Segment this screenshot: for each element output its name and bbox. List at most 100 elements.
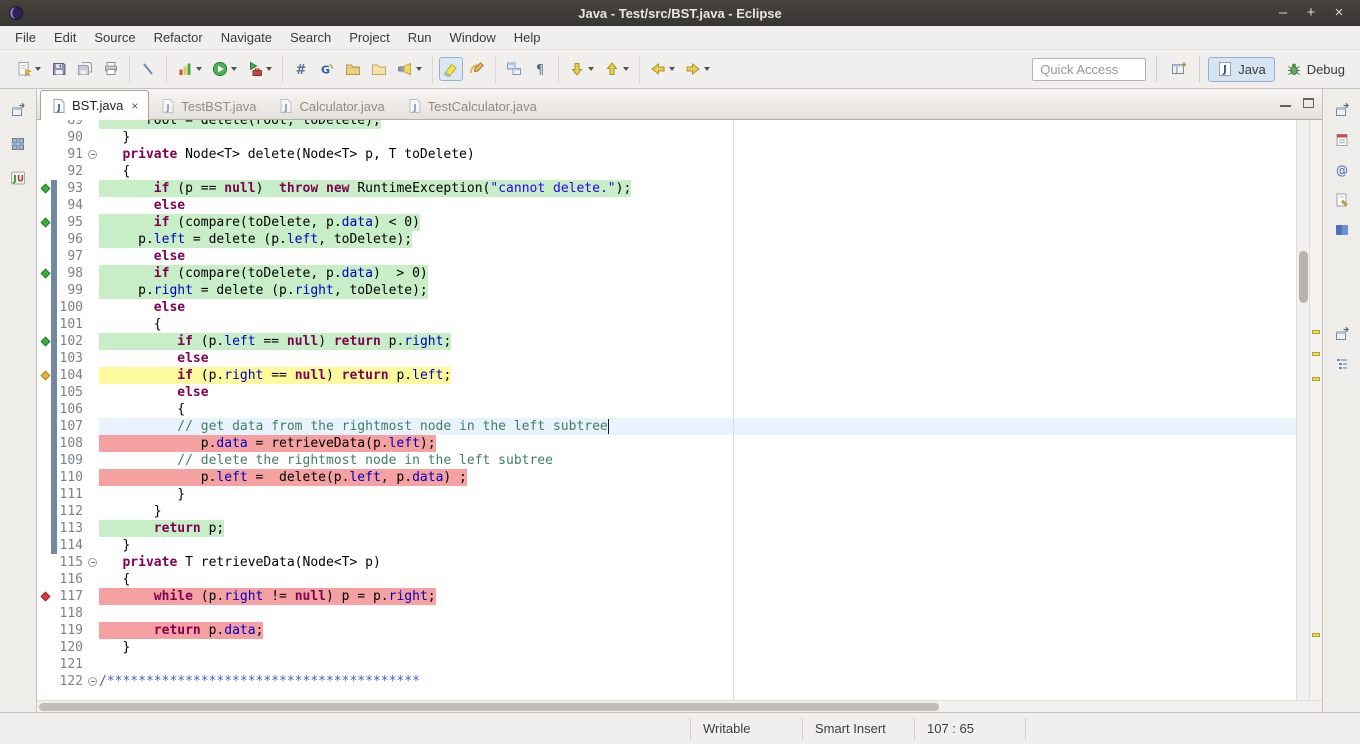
quick-access-input[interactable]	[1032, 58, 1146, 81]
menu-run[interactable]: Run	[399, 27, 441, 48]
occurrence-marker[interactable]	[1312, 633, 1320, 637]
line-number[interactable]: 99	[57, 282, 87, 299]
search-dropdown-arrow-icon[interactable]	[416, 67, 422, 71]
tab-testcalculator-java[interactable]: JTestCalculator.java	[396, 92, 548, 119]
previous-annotation-button[interactable]	[600, 57, 633, 81]
line-number[interactable]: 114	[57, 537, 87, 554]
restore-right-views-button[interactable]	[1329, 97, 1355, 123]
collapse-toggle-icon[interactable]	[88, 150, 97, 159]
menu-source[interactable]: Source	[85, 27, 144, 48]
collapse-toggle-icon[interactable]	[88, 677, 97, 686]
line-number[interactable]: 90	[57, 129, 87, 146]
line-number[interactable]: 120	[57, 639, 87, 656]
skip-all-breakpoints-button[interactable]	[136, 57, 160, 81]
open-resource-button[interactable]	[367, 57, 391, 81]
javadoc-view-button[interactable]: @	[1329, 157, 1355, 183]
maximize-editor-icon[interactable]	[1303, 98, 1314, 108]
line-number[interactable]: 111	[57, 486, 87, 503]
junit-view-button[interactable]: JU	[5, 165, 31, 191]
forward-history-button[interactable]	[681, 57, 714, 81]
line-number[interactable]: 122	[57, 673, 87, 690]
tab-calculator-java[interactable]: JCalculator.java	[267, 92, 395, 119]
menu-window[interactable]: Window	[441, 27, 505, 48]
run-external-tools-dropdown-arrow-icon[interactable]	[266, 67, 272, 71]
line-number[interactable]: 115	[57, 554, 87, 571]
line-number[interactable]: 110	[57, 469, 87, 486]
line-number[interactable]: 92	[57, 163, 87, 180]
collapse-toggle-icon[interactable]	[88, 558, 97, 567]
line-number[interactable]: 116	[57, 571, 87, 588]
new-java-project-button[interactable]: #	[289, 57, 313, 81]
generate-javadoc-button[interactable]: G	[315, 57, 339, 81]
run-button[interactable]	[208, 57, 241, 81]
save-all-button[interactable]	[73, 57, 97, 81]
occurrence-marker[interactable]	[1312, 330, 1320, 334]
new-wizard-button[interactable]	[12, 57, 45, 81]
line-number[interactable]: 106	[57, 401, 87, 418]
back-history-button[interactable]	[646, 57, 679, 81]
line-number[interactable]: 107	[57, 418, 87, 435]
package-explorer-view-button[interactable]	[5, 131, 31, 157]
perspective-debug-button[interactable]: Debug	[1277, 57, 1354, 82]
line-number[interactable]: 112	[57, 503, 87, 520]
run-external-tools-button[interactable]	[243, 57, 276, 81]
line-number[interactable]: 104	[57, 367, 87, 384]
line-number[interactable]: 101	[57, 316, 87, 333]
menu-refactor[interactable]: Refactor	[145, 27, 212, 48]
previous-annotation-dropdown-arrow-icon[interactable]	[623, 67, 629, 71]
link-with-editor-button[interactable]	[502, 57, 526, 81]
next-annotation-button[interactable]	[565, 57, 598, 81]
menu-search[interactable]: Search	[281, 27, 340, 48]
line-number[interactable]: 121	[57, 656, 87, 673]
tab-testbst-java[interactable]: JTestBST.java	[149, 92, 267, 119]
maximize-window-button[interactable]: +	[1302, 1, 1320, 25]
line-number[interactable]: 105	[57, 384, 87, 401]
line-number[interactable]: 89	[57, 120, 87, 129]
toggle-mark-occurrences-button[interactable]	[439, 57, 463, 81]
task-list-view-button[interactable]	[1329, 127, 1355, 153]
save-button[interactable]	[47, 57, 71, 81]
back-history-dropdown-arrow-icon[interactable]	[669, 67, 675, 71]
line-number[interactable]: 95	[57, 214, 87, 231]
run-dropdown-arrow-icon[interactable]	[231, 67, 237, 71]
line-number[interactable]: 98	[57, 265, 87, 282]
perspective-java-button[interactable]: JJava	[1208, 57, 1274, 82]
declaration-view-button[interactable]	[1329, 187, 1355, 213]
menu-file[interactable]: File	[6, 27, 45, 48]
close-window-button[interactable]: ×	[1330, 1, 1348, 25]
occurrence-marker[interactable]	[1312, 352, 1320, 356]
menu-navigate[interactable]: Navigate	[212, 27, 281, 48]
last-edit-location-button[interactable]	[465, 57, 489, 81]
coverage-dropdown-arrow-icon[interactable]	[196, 67, 202, 71]
open-perspective-button[interactable]	[1167, 57, 1191, 81]
line-number[interactable]: 117	[57, 588, 87, 605]
menu-project[interactable]: Project	[340, 27, 398, 48]
tab-bst-java[interactable]: JBST.java×	[40, 90, 149, 120]
coverage-button[interactable]	[173, 57, 206, 81]
line-number[interactable]: 118	[57, 605, 87, 622]
line-number[interactable]: 91	[57, 146, 87, 163]
occurrence-marker[interactable]	[1312, 377, 1320, 381]
line-number[interactable]: 102	[57, 333, 87, 350]
line-number[interactable]: 93	[57, 180, 87, 197]
line-number[interactable]: 113	[57, 520, 87, 537]
restore-outline-views-button[interactable]	[1329, 321, 1355, 347]
outline-view-button[interactable]	[1329, 351, 1355, 377]
vertical-scrollbar[interactable]	[1296, 120, 1309, 700]
line-number[interactable]: 108	[57, 435, 87, 452]
print-button[interactable]	[99, 57, 123, 81]
show-whitespace-button[interactable]: ¶	[528, 57, 552, 81]
next-annotation-dropdown-arrow-icon[interactable]	[588, 67, 594, 71]
vertical-scrollbar-thumb[interactable]	[1299, 251, 1308, 303]
open-type-button[interactable]	[341, 57, 365, 81]
line-number[interactable]: 94	[57, 197, 87, 214]
help-view-button[interactable]	[1329, 217, 1355, 243]
new-wizard-dropdown-arrow-icon[interactable]	[35, 67, 41, 71]
line-number[interactable]: 100	[57, 299, 87, 316]
search-button[interactable]	[393, 57, 426, 81]
tab-close-button[interactable]: ×	[131, 99, 138, 113]
line-number[interactable]: 103	[57, 350, 87, 367]
horizontal-scrollbar[interactable]	[37, 700, 1322, 712]
line-number[interactable]: 109	[57, 452, 87, 469]
minimize-editor-icon[interactable]	[1280, 98, 1291, 107]
